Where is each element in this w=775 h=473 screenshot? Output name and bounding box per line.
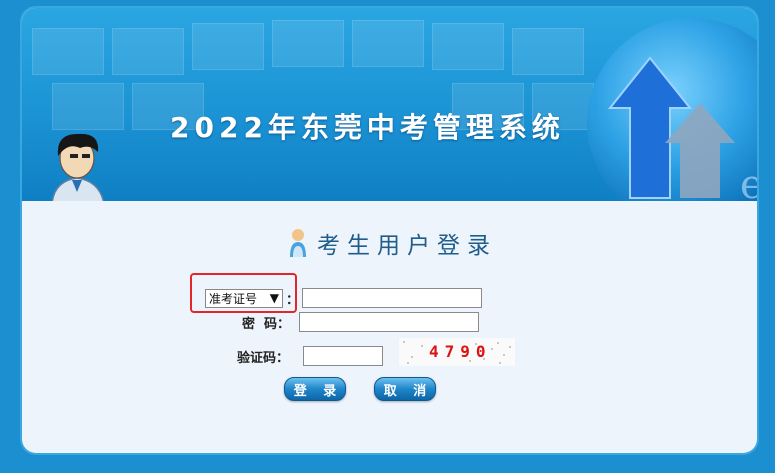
password-input[interactable]	[299, 312, 479, 332]
captcha-label: 验证码：	[237, 350, 290, 366]
user-icon	[290, 229, 306, 257]
id-number-input[interactable]	[302, 288, 483, 308]
login-title: 考生用户登录	[287, 226, 497, 260]
cancel-button[interactable]: 取 消	[374, 377, 436, 401]
arrow-graphic: e	[607, 56, 757, 201]
login-button[interactable]: 登 录	[284, 377, 346, 401]
system-title: 2022年东莞中考管理系统	[170, 111, 565, 144]
captcha-image[interactable]: 4790	[399, 338, 515, 366]
login-title-text: 考生用户登录	[317, 233, 497, 259]
captcha-row: 验证码：	[237, 346, 383, 366]
header-banner: e 2022年东莞中考管理系统	[22, 8, 757, 201]
id-type-highlight	[190, 273, 297, 313]
password-label: 密 码：	[242, 316, 291, 332]
captcha-text: 4790	[429, 342, 492, 361]
login-frame: e 2022年东莞中考管理系统 考生用户登录 准考证号 ▼ ： 密 码： 验证码…	[22, 8, 757, 453]
captcha-input[interactable]	[303, 346, 383, 366]
svg-text:e: e	[740, 162, 757, 201]
avatar-icon	[51, 133, 105, 201]
password-row: 密 码：	[242, 312, 479, 332]
